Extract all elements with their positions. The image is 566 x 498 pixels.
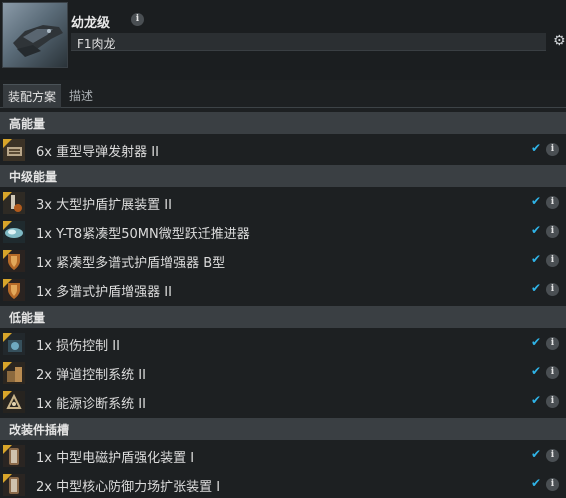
fitting-window: 幼龙级 i F1肉龙 ⚙ 装配方案 描述 高能量 6x 重型导弹发射器 II ✔… <box>0 0 566 498</box>
rig-icon <box>3 445 25 467</box>
info-icon[interactable]: i <box>546 449 559 462</box>
module-label: 1x 损伤控制 II <box>36 339 120 354</box>
module-row[interactable]: 1x 损伤控制 II ✔ i <box>0 329 566 358</box>
module-label: 1x 多谱式护盾增强器 II <box>36 285 172 300</box>
module-label: 2x 弹道控制系统 II <box>36 368 146 383</box>
info-icon[interactable]: i <box>546 143 559 156</box>
info-icon[interactable]: i <box>546 225 559 238</box>
damage-control-icon <box>3 333 25 355</box>
ship-silhouette <box>13 25 63 57</box>
section-title: 低能量 <box>9 311 46 325</box>
module-label: 1x 紧凑型多谱式护盾增强器 B型 <box>36 256 226 271</box>
section-rig-slots: 改装件插槽 <box>0 418 566 440</box>
rig-icon <box>3 474 25 496</box>
module-row[interactable]: 6x 重型导弹发射器 II ✔ i <box>0 135 566 164</box>
power-diagnostic-icon <box>3 391 25 413</box>
module-label: 1x 中型电磁护盾强化装置 I <box>36 451 195 466</box>
check-icon: ✔ <box>531 393 542 407</box>
shield-extender-icon <box>3 192 25 214</box>
ship-info-icon[interactable]: i <box>131 13 144 26</box>
check-icon: ✔ <box>531 364 542 378</box>
module-row[interactable]: 2x 弹道控制系统 II ✔ i <box>0 358 566 387</box>
check-icon: ✔ <box>531 194 542 208</box>
module-row[interactable]: 1x 多谱式护盾增强器 II ✔ i <box>0 275 566 304</box>
module-row[interactable]: 1x 紧凑型多谱式护盾增强器 B型 ✔ i <box>0 246 566 275</box>
section-title: 高能量 <box>9 117 46 131</box>
check-icon: ✔ <box>531 335 542 349</box>
tab-description[interactable]: 描述 <box>64 84 98 108</box>
check-icon: ✔ <box>531 252 542 266</box>
module-label: 1x Y-T8紧凑型50MN微型跃迁推进器 <box>36 227 250 242</box>
check-icon: ✔ <box>531 141 542 155</box>
module-label: 3x 大型护盾扩展装置 II <box>36 198 172 213</box>
tab-fitting[interactable]: 装配方案 <box>3 84 62 108</box>
module-row[interactable]: 1x Y-T8紧凑型50MN微型跃迁推进器 ✔ i <box>0 217 566 246</box>
shield-hardener-icon <box>3 279 25 301</box>
tab-bar: 装配方案 描述 <box>0 84 566 108</box>
info-icon[interactable]: i <box>546 196 559 209</box>
fit-name-text: F1肉龙 <box>77 37 116 51</box>
check-icon: ✔ <box>531 281 542 295</box>
fit-name-field[interactable]: F1肉龙 <box>71 33 546 51</box>
info-icon[interactable]: i <box>546 395 559 408</box>
info-icon[interactable]: i <box>546 254 559 267</box>
section-low-slots: 低能量 <box>0 306 566 328</box>
module-row[interactable]: 1x 中型电磁护盾强化装置 I ✔ i <box>0 441 566 470</box>
section-mid-slots: 中级能量 <box>0 165 566 187</box>
microwarpdrive-icon <box>3 221 25 243</box>
section-title: 中级能量 <box>9 170 58 184</box>
check-icon: ✔ <box>531 447 542 461</box>
module-label: 6x 重型导弹发射器 II <box>36 145 159 160</box>
section-high-slots: 高能量 <box>0 112 566 134</box>
check-icon: ✔ <box>531 476 542 490</box>
gear-icon[interactable]: ⚙ <box>553 34 566 48</box>
ship-name: 幼龙级 <box>71 16 111 31</box>
ballistic-control-icon <box>3 362 25 384</box>
module-row[interactable]: 3x 大型护盾扩展装置 II ✔ i <box>0 188 566 217</box>
info-icon[interactable]: i <box>546 478 559 491</box>
module-row[interactable]: 2x 中型核心防御力场扩张装置 I ✔ i <box>0 470 566 498</box>
missile-launcher-icon <box>3 139 25 161</box>
check-icon: ✔ <box>531 223 542 237</box>
ship-render-icon[interactable] <box>2 2 68 68</box>
module-label: 1x 能源诊断系统 II <box>36 397 146 412</box>
fitting-header: 幼龙级 i F1肉龙 ⚙ <box>0 0 566 80</box>
module-label: 2x 中型核心防御力场扩张装置 I <box>36 480 221 495</box>
section-title: 改装件插槽 <box>9 423 70 437</box>
module-row[interactable]: 1x 能源诊断系统 II ✔ i <box>0 387 566 416</box>
info-icon[interactable]: i <box>546 337 559 350</box>
shield-hardener-icon <box>3 250 25 272</box>
info-icon[interactable]: i <box>546 283 559 296</box>
info-icon[interactable]: i <box>546 366 559 379</box>
